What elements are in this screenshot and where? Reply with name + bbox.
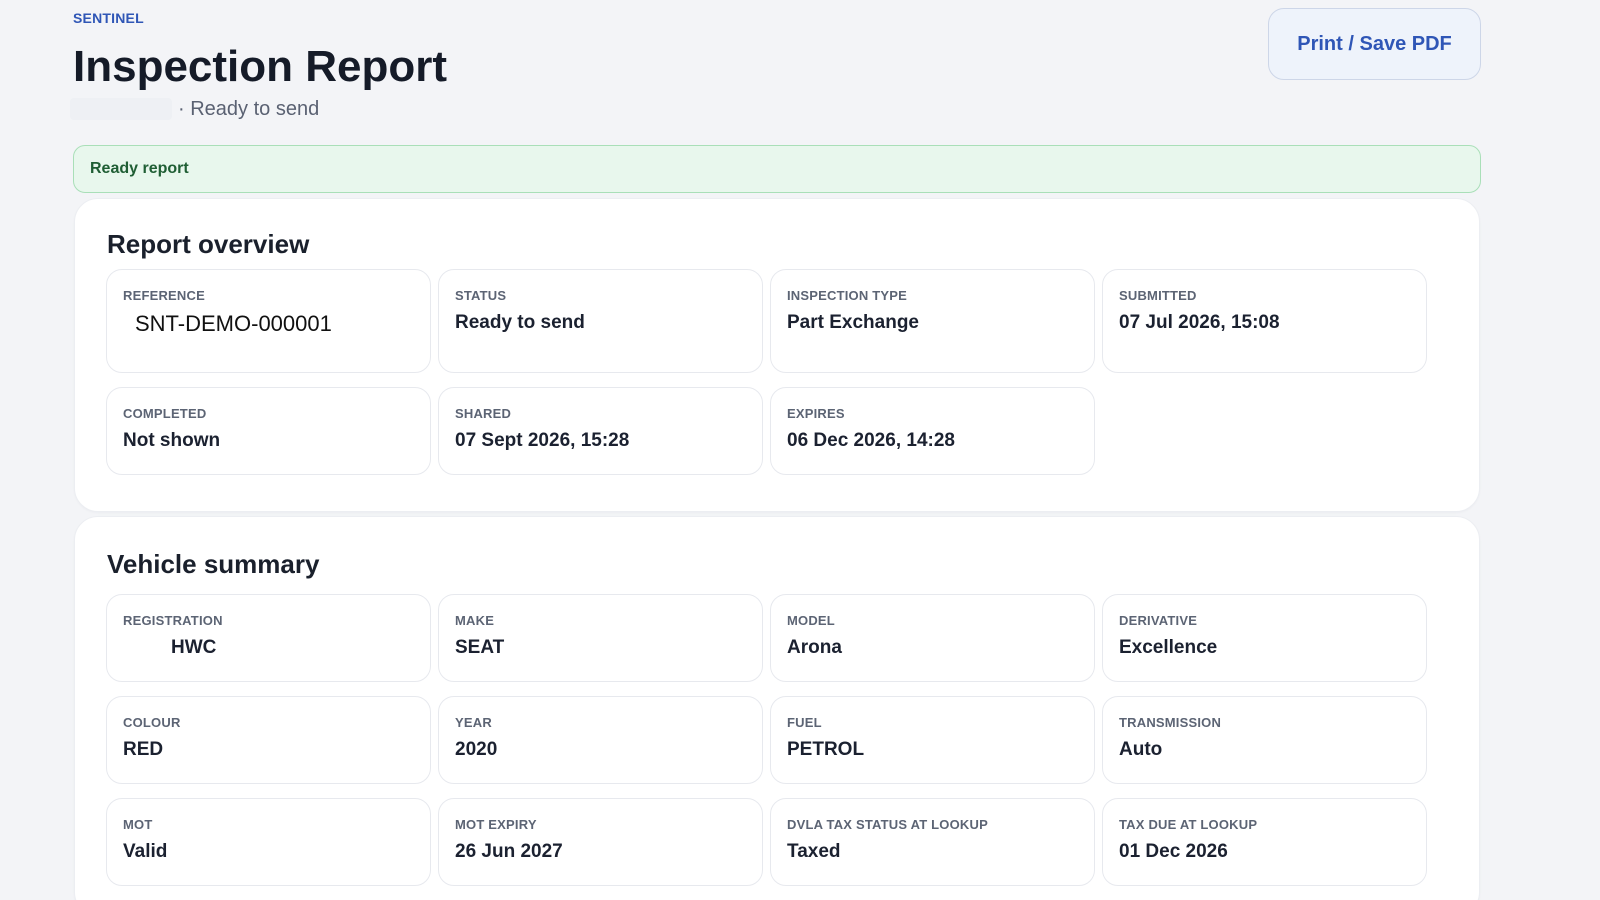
fuel-field: FUEL PETROL bbox=[770, 696, 1095, 784]
field-label: FUEL bbox=[787, 715, 822, 730]
completed-field: COMPLETED Not shown bbox=[106, 387, 431, 475]
field-value: Not shown bbox=[123, 430, 221, 451]
make-field: MAKE SEAT bbox=[438, 594, 763, 682]
colour-field: COLOUR RED bbox=[106, 696, 431, 784]
field-value: 06 Dec 2026, 14:28 bbox=[787, 430, 955, 451]
transmission-field: TRANSMISSION Auto bbox=[1102, 696, 1427, 784]
report-overview-card: Report overview REFERENCE SNT-DEMO-00000… bbox=[74, 198, 1480, 512]
report-overview-title: Report overview bbox=[107, 229, 310, 259]
field-label: EXPIRES bbox=[787, 406, 845, 421]
submitted-field: SUBMITTED 07 Jul 2026, 15:08 bbox=[1102, 269, 1427, 373]
report-subtitle: · Ready to send bbox=[70, 96, 319, 122]
ready-status-banner: Ready report bbox=[73, 145, 1481, 193]
field-value: 2020 bbox=[455, 739, 498, 760]
print-save-pdf-button[interactable]: Print / Save PDF bbox=[1268, 8, 1481, 80]
mot-field: MOT Valid bbox=[106, 798, 431, 886]
shared-field: SHARED 07 Sept 2026, 15:28 bbox=[438, 387, 763, 475]
field-value: SEAT bbox=[455, 637, 505, 658]
page-title: Inspection Report bbox=[73, 42, 448, 91]
field-label: SHARED bbox=[455, 406, 512, 421]
field-value: 26 Jun 2027 bbox=[455, 841, 563, 862]
registration-field: REGISTRATION HWC bbox=[106, 594, 431, 682]
dvla-tax-status-field: DVLA TAX STATUS AT LOOKUP Taxed bbox=[770, 798, 1095, 886]
field-value: 07 Jul 2026, 15:08 bbox=[1119, 312, 1280, 333]
inspection-type-field: INSPECTION TYPE Part Exchange bbox=[770, 269, 1095, 373]
field-label: YEAR bbox=[455, 715, 492, 730]
expires-field: EXPIRES 06 Dec 2026, 14:28 bbox=[770, 387, 1095, 475]
brand-name: SENTINEL bbox=[73, 10, 144, 26]
field-label: MODEL bbox=[787, 613, 835, 628]
field-value: RED bbox=[123, 739, 164, 760]
field-label: INSPECTION TYPE bbox=[787, 288, 908, 303]
field-label: COLOUR bbox=[123, 715, 181, 730]
field-label: REFERENCE bbox=[123, 288, 205, 303]
field-value: Taxed bbox=[787, 841, 841, 862]
year-field: YEAR 2020 bbox=[438, 696, 763, 784]
status-subtitle-text: · Ready to send bbox=[178, 97, 320, 120]
field-label: REGISTRATION bbox=[123, 613, 223, 628]
field-value: Arona bbox=[787, 637, 842, 658]
field-value: 07 Sept 2026, 15:28 bbox=[455, 430, 630, 451]
field-label: MAKE bbox=[455, 613, 495, 628]
field-value: Ready to send bbox=[455, 312, 585, 333]
field-value: SNT-DEMO-000001 bbox=[135, 311, 332, 336]
derivative-field: DERIVATIVE Excellence bbox=[1102, 594, 1427, 682]
redacted-subtitle-block bbox=[70, 98, 172, 120]
field-label: SUBMITTED bbox=[1119, 288, 1197, 303]
field-value: Part Exchange bbox=[787, 312, 919, 333]
field-label: MOT EXPIRY bbox=[455, 817, 537, 832]
status-field: STATUS Ready to send bbox=[438, 269, 763, 373]
field-label: DVLA TAX STATUS AT LOOKUP bbox=[787, 817, 988, 832]
field-value: Excellence bbox=[1119, 637, 1218, 658]
field-label: MOT bbox=[123, 817, 153, 832]
tax-due-field: TAX DUE AT LOOKUP 01 Dec 2026 bbox=[1102, 798, 1427, 886]
mot-expiry-field: MOT EXPIRY 26 Jun 2027 bbox=[438, 798, 763, 886]
vehicle-summary-title: Vehicle summary bbox=[107, 549, 320, 579]
report-page: SENTINEL Inspection Report · Ready to se… bbox=[0, 0, 1600, 900]
field-value: 01 Dec 2026 bbox=[1119, 841, 1228, 862]
model-field: MODEL Arona bbox=[770, 594, 1095, 682]
field-value: PETROL bbox=[787, 739, 865, 760]
vehicle-summary-card: Vehicle summary REGISTRATION HWC MAKE SE… bbox=[74, 516, 1480, 900]
field-label: TRANSMISSION bbox=[1119, 715, 1222, 730]
field-value: HWC bbox=[171, 637, 217, 658]
ready-status-banner-text: Ready report bbox=[90, 160, 189, 177]
field-label: COMPLETED bbox=[123, 406, 207, 421]
field-label: DERIVATIVE bbox=[1119, 613, 1198, 628]
field-value: Auto bbox=[1119, 739, 1163, 760]
field-label: STATUS bbox=[455, 288, 507, 303]
reference-field: REFERENCE SNT-DEMO-000001 bbox=[106, 269, 431, 373]
field-value: Valid bbox=[123, 841, 168, 862]
field-label: TAX DUE AT LOOKUP bbox=[1119, 817, 1258, 832]
